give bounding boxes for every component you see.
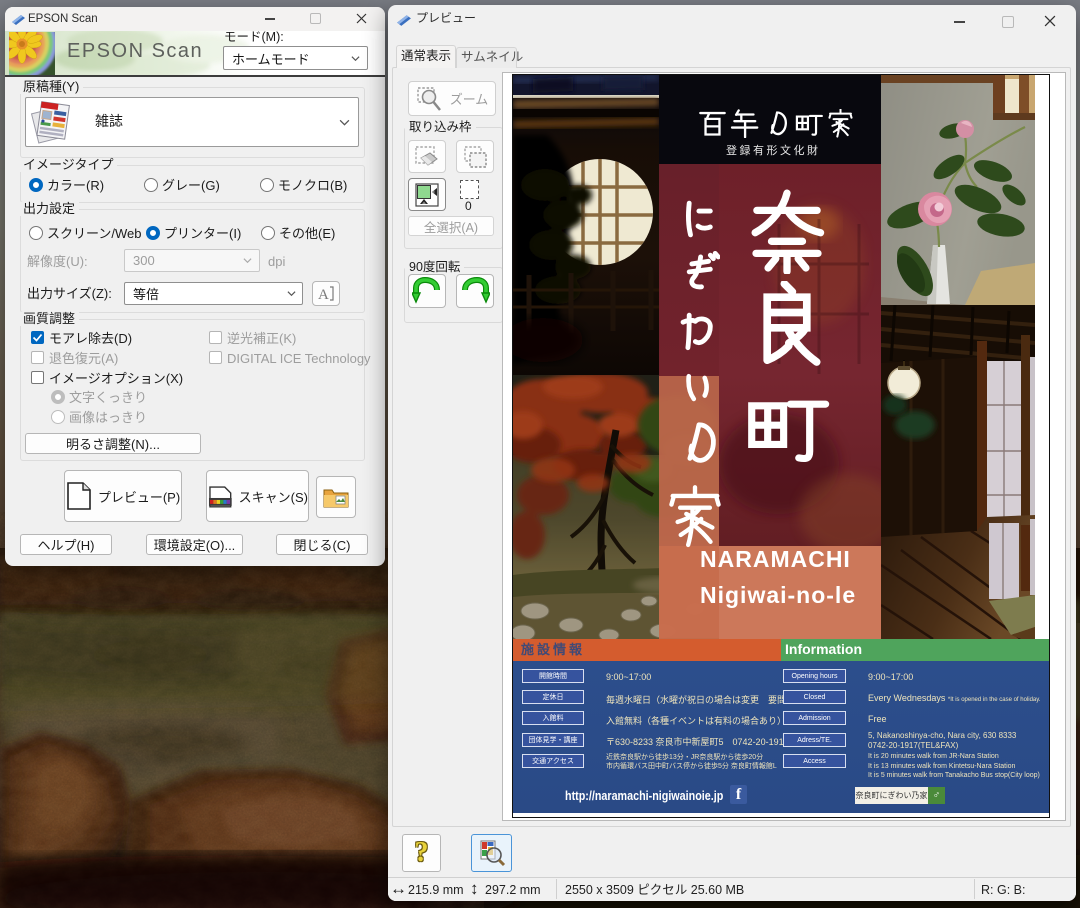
svg-text:A: A	[318, 287, 329, 302]
